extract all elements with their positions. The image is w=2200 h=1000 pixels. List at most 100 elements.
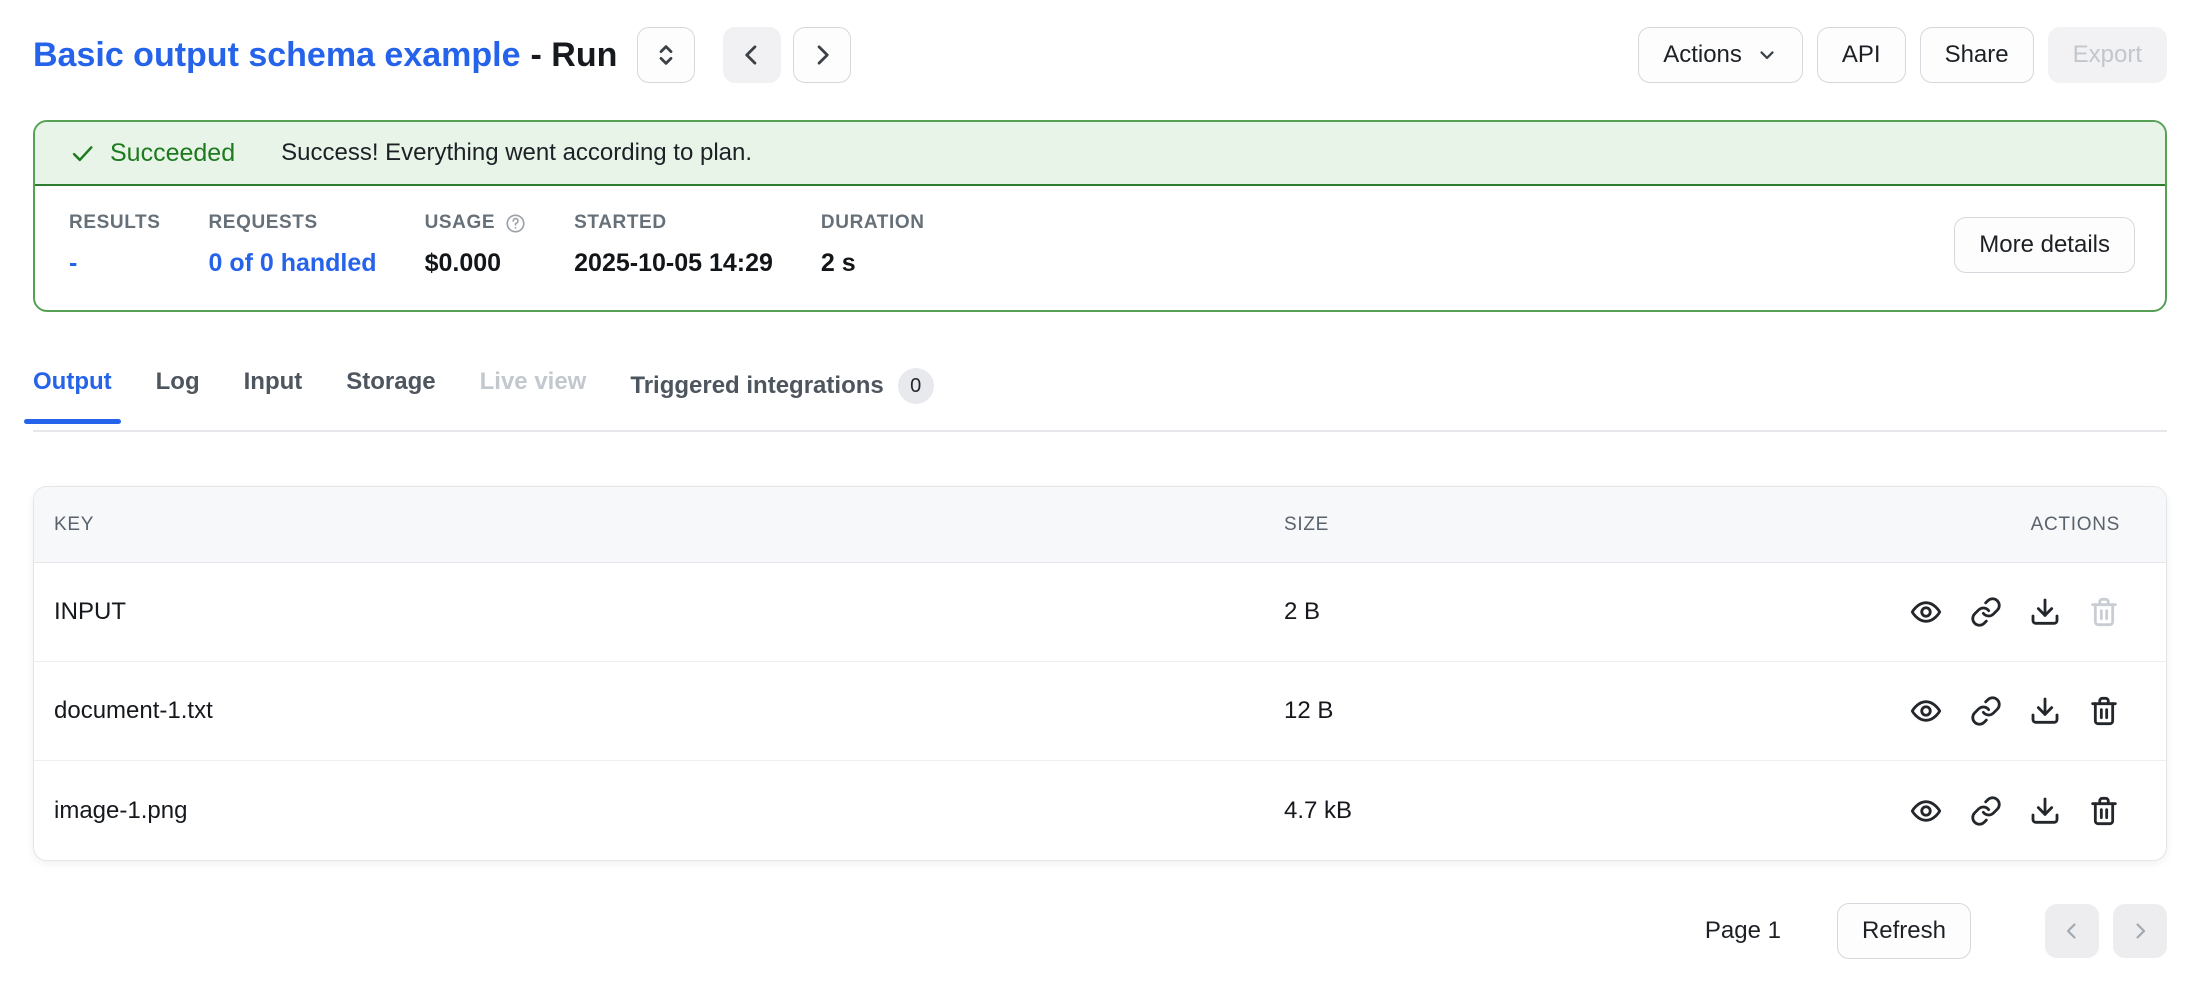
table-footer: Page 1 Refresh — [33, 903, 2167, 959]
pagination-controls — [2045, 904, 2167, 958]
record-key: document-1.txt — [34, 697, 1284, 725]
stat-started: STARTED 2025-10-05 14:29 — [574, 212, 773, 278]
trash-icon — [2088, 795, 2120, 827]
table-row[interactable]: INPUT 2 B — [34, 563, 2166, 662]
actions-button[interactable]: Actions — [1638, 27, 1803, 83]
chevron-left-icon — [738, 41, 766, 69]
help-circle-icon[interactable] — [505, 213, 526, 234]
stat-requests: REQUESTS 0 of 0 handled — [208, 212, 376, 278]
pagination-prev-button — [2045, 904, 2099, 958]
previous-run-button[interactable] — [723, 27, 781, 83]
column-header-key: KEY — [34, 514, 1284, 536]
run-selector-button[interactable] — [637, 27, 695, 83]
pagination-next-button — [2113, 904, 2167, 958]
tab-log[interactable]: Log — [156, 368, 200, 422]
api-button-label: API — [1842, 41, 1881, 69]
preview-button[interactable] — [1909, 694, 1943, 728]
chevron-left-icon — [2060, 919, 2084, 943]
page-indicator: Page 1 — [1705, 917, 1781, 945]
record-size: 4.7 kB — [1284, 797, 1887, 825]
run-detail-page: Basic output schema example - Run Actions — [0, 26, 2200, 959]
tab-triggered-integrations[interactable]: Triggered integrations 0 — [630, 368, 933, 430]
copy-link-button[interactable] — [1970, 795, 2002, 827]
export-button: Export — [2048, 27, 2167, 83]
tab-storage[interactable]: Storage — [346, 368, 435, 422]
stat-results: RESULTS - — [69, 212, 160, 278]
actor-title-link[interactable]: Basic output schema example — [33, 36, 521, 74]
status-state: Succeeded — [69, 139, 235, 168]
preview-button[interactable] — [1909, 794, 1943, 828]
status-message: Success! Everything went according to pl… — [281, 139, 752, 167]
delete-button[interactable] — [2088, 695, 2120, 727]
chevron-right-icon — [808, 41, 836, 69]
stat-started-label: STARTED — [574, 212, 773, 234]
chevron-right-icon — [2128, 919, 2152, 943]
share-button[interactable]: Share — [1920, 27, 2034, 83]
run-title-suffix: - Run — [531, 36, 618, 74]
stat-started-value: 2025-10-05 14:29 — [574, 249, 773, 278]
run-status-card: Succeeded Success! Everything went accor… — [33, 120, 2167, 312]
download-button[interactable] — [2029, 596, 2061, 628]
download-icon — [2029, 695, 2061, 727]
more-details-label: More details — [1979, 231, 2110, 259]
stat-duration-value: 2 s — [821, 249, 925, 278]
column-header-actions: ACTIONS — [1887, 514, 2166, 536]
stat-usage: USAGE $0.000 — [425, 212, 527, 278]
triggered-integrations-count-badge: 0 — [898, 368, 934, 404]
record-size: 2 B — [1284, 598, 1887, 626]
stat-requests-value-link[interactable]: 0 of 0 handled — [208, 249, 376, 278]
record-size: 12 B — [1284, 697, 1887, 725]
header-actions-group: Actions API Share Export — [1638, 27, 2167, 83]
download-button[interactable] — [2029, 695, 2061, 727]
chevron-down-icon — [1756, 44, 1778, 66]
run-stats: RESULTS - REQUESTS 0 of 0 handled USAGE … — [35, 186, 2165, 310]
download-icon — [2029, 795, 2061, 827]
eye-icon — [1909, 794, 1943, 828]
share-button-label: Share — [1945, 41, 2009, 69]
trash-icon — [2088, 695, 2120, 727]
delete-button[interactable] — [2088, 795, 2120, 827]
stat-usage-value: $0.000 — [425, 249, 527, 278]
refresh-button[interactable]: Refresh — [1837, 903, 1971, 959]
trash-icon — [2088, 596, 2120, 628]
stat-requests-label: REQUESTS — [208, 212, 376, 234]
more-details-button[interactable]: More details — [1954, 217, 2135, 273]
download-icon — [2029, 596, 2061, 628]
record-key: INPUT — [34, 598, 1284, 626]
eye-icon — [1909, 595, 1943, 629]
preview-button[interactable] — [1909, 595, 1943, 629]
table-row[interactable]: image-1.png 4.7 kB — [34, 761, 2166, 860]
refresh-button-label: Refresh — [1862, 917, 1946, 945]
output-records-table: KEY SIZE ACTIONS INPUT 2 B document-1.tx… — [33, 486, 2167, 861]
download-button[interactable] — [2029, 795, 2061, 827]
status-banner: Succeeded Success! Everything went accor… — [35, 122, 2165, 186]
tab-input[interactable]: Input — [244, 368, 303, 422]
next-run-button[interactable] — [793, 27, 851, 83]
run-tabs: Output Log Input Storage Live view Trigg… — [33, 368, 2167, 432]
check-icon — [69, 140, 96, 167]
copy-link-button[interactable] — [1970, 695, 2002, 727]
record-key: image-1.png — [34, 797, 1284, 825]
link-icon — [1970, 795, 2002, 827]
page-header: Basic output schema example - Run Actions — [33, 26, 2167, 84]
stat-duration: DURATION 2 s — [821, 212, 925, 278]
stat-duration-label: DURATION — [821, 212, 925, 234]
table-row[interactable]: document-1.txt 12 B — [34, 662, 2166, 761]
delete-button — [2088, 596, 2120, 628]
link-icon — [1970, 596, 2002, 628]
stat-usage-label: USAGE — [425, 212, 496, 234]
status-state-label: Succeeded — [110, 139, 235, 168]
table-header-row: KEY SIZE ACTIONS — [34, 487, 2166, 563]
column-header-size: SIZE — [1284, 514, 1887, 536]
stat-results-label: RESULTS — [69, 212, 160, 234]
chevrons-up-down-icon — [651, 40, 681, 70]
stat-results-value: - — [69, 249, 160, 278]
page-title: Basic output schema example - Run — [33, 36, 617, 75]
tab-live-view: Live view — [480, 368, 587, 422]
copy-link-button[interactable] — [1970, 596, 2002, 628]
link-icon — [1970, 695, 2002, 727]
eye-icon — [1909, 694, 1943, 728]
actions-button-label: Actions — [1663, 41, 1742, 69]
api-button[interactable]: API — [1817, 27, 1906, 83]
tab-output[interactable]: Output — [33, 368, 112, 422]
